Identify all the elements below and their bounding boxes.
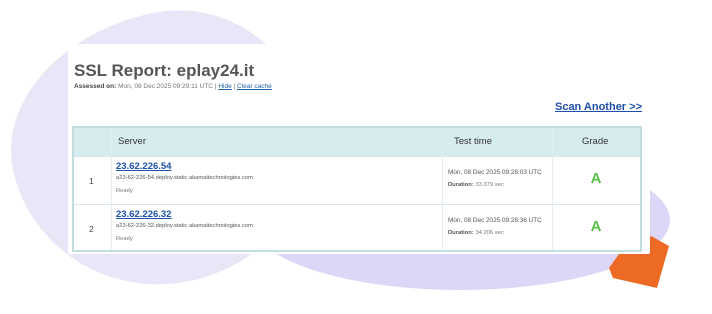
page-title: SSL Report: eplay24.it [74, 61, 255, 80]
server-hostname: a23-62-226-32.deploy.static.akamaitechno… [116, 223, 253, 229]
assessed-on-line: Assessed on: Mon, 08 Dec 2025 09:29:11 U… [74, 83, 272, 90]
row-divider [74, 204, 640, 205]
test-time: Mon, 08 Dec 2025 09:28:36 UTC [448, 217, 542, 224]
separator: | [233, 83, 236, 90]
row-number: 2 [89, 224, 94, 234]
header-test-time: Test time [454, 136, 493, 147]
server-ip-link[interactable]: 23.62.226.54 [116, 161, 171, 172]
ssl-report-card: SSL Report: eplay24.it Assessed on: Mon,… [68, 44, 650, 254]
separator: | [214, 83, 217, 90]
grade-badge[interactable]: A [553, 218, 639, 235]
table-header: Server Test time Grade [74, 128, 640, 156]
row-divider [74, 156, 640, 157]
hide-link[interactable]: Hide [218, 83, 231, 90]
clear-cache-link[interactable]: Clear cache [237, 83, 272, 90]
grade-badge[interactable]: A [553, 170, 639, 187]
duration: Duration: 33.379 sec [448, 182, 504, 188]
assessed-label: Assessed on: [74, 83, 117, 90]
test-time: Mon, 08 Dec 2025 09:28:03 UTC [448, 169, 542, 176]
server-status: Ready [116, 236, 133, 242]
server-status: Ready [116, 188, 133, 194]
server-hostname: a23-62-226-54.deploy.static.akamaitechno… [116, 175, 253, 181]
server-table: Server Test time Grade 1 23.62.226.54 a2… [72, 126, 642, 252]
row-number: 1 [89, 176, 94, 186]
server-ip-link[interactable]: 23.62.226.32 [116, 209, 171, 220]
column-divider [442, 128, 443, 250]
header-grade: Grade [582, 136, 609, 147]
duration-value: 33.379 sec [475, 182, 504, 188]
header-server: Server [118, 136, 146, 147]
scan-another-link[interactable]: Scan Another >> [555, 101, 642, 113]
column-divider [111, 128, 112, 250]
duration-label: Duration: [448, 230, 474, 236]
assessed-date: Mon, 08 Dec 2025 09:29:11 UTC [118, 83, 214, 90]
duration: Duration: 34.206 sec [448, 230, 504, 236]
duration-value: 34.206 sec [475, 230, 504, 236]
duration-label: Duration: [448, 182, 474, 188]
